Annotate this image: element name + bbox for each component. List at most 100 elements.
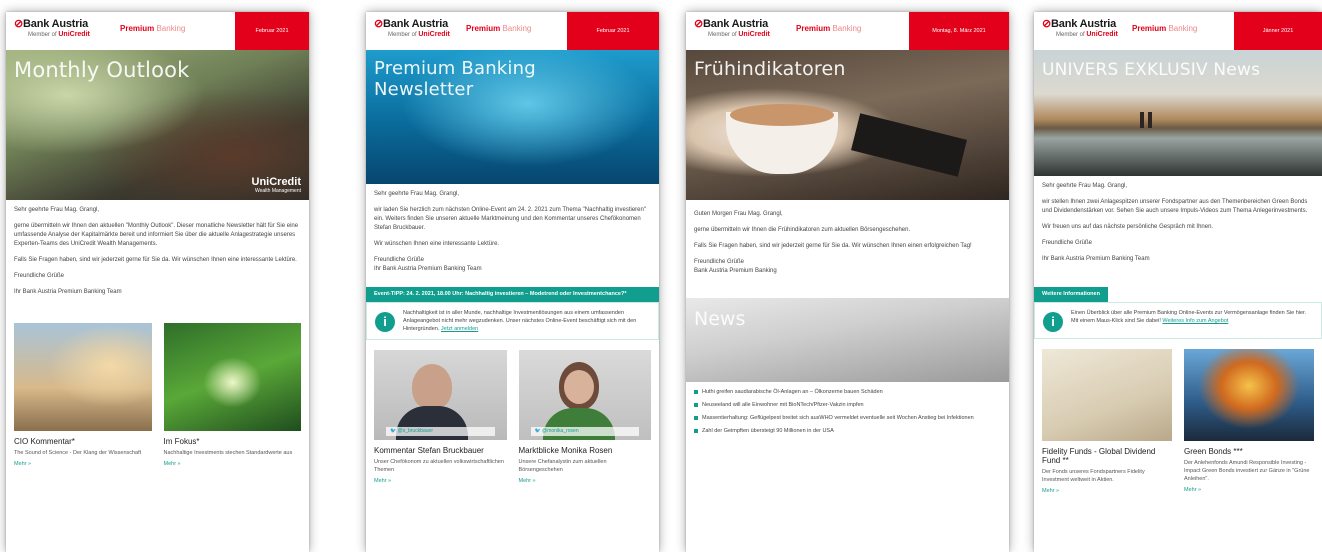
offer-link[interactable]: Weiteres Info zum Angebot: [1162, 318, 1228, 324]
signature: Ihr Bank Austria Premium Banking Team: [1042, 256, 1150, 262]
tile-title: Marktblicke Monika Rosen: [518, 446, 613, 455]
card-header: ⊘Bank Austria Member of UniCredit Premiu…: [366, 12, 659, 50]
tile-description: Der Anlehenfonds Amundi Responsible Inve…: [1184, 460, 1310, 482]
twitter-icon: 🐦: [534, 428, 541, 434]
date-badge: Jänner 2021: [1234, 12, 1322, 50]
autumn-leaf-image: [1184, 349, 1314, 441]
hero-title: Premium Banking Newsletter: [374, 58, 536, 100]
premium-banking-label: Premium Banking: [1132, 24, 1198, 33]
news-heading: News: [694, 308, 746, 330]
info-icon: i: [1043, 312, 1063, 332]
hero-title: Frühindikatoren: [694, 58, 846, 80]
intro-paragraph: wir stellen Ihnen zwei Anlagespitzen uns…: [1042, 199, 1308, 214]
signature: Ihr Bank Austria Premium Banking Team: [14, 289, 122, 295]
premium-banking-label: Premium Banking: [466, 24, 532, 33]
event-tip-bar: Event-TIPP: 24. 2. 2021, 18.00 Uhr: Nach…: [366, 287, 659, 302]
date-badge: Februar 2021: [235, 12, 309, 50]
premium-banking-label: Premium Banking: [796, 24, 862, 33]
newsletter-card-premium-banking[interactable]: ⊘Bank Austria Member of UniCredit Premiu…: [366, 12, 659, 552]
hiker-figure: [1148, 112, 1152, 128]
question-paragraph: Falls Sie Fragen haben, sind wir jederze…: [694, 243, 972, 249]
salutation: Sehr geehrte Frau Mag. Grangl,: [374, 191, 460, 197]
date-badge: Februar 2021: [567, 12, 659, 50]
intro-paragraph: gerne übermitteln wir Ihnen die Frühindi…: [694, 227, 911, 233]
hero-image: Frühindikatoren: [686, 50, 1009, 200]
fund-tile[interactable]: Green Bonds *** Der Anlehenfonds Amundi …: [1184, 349, 1314, 494]
bank-austria-logo: ⊘Bank Austria Member of UniCredit: [1042, 18, 1118, 38]
letter-body: Sehr geehrte Frau Mag. Grangl, wir laden…: [366, 184, 659, 287]
bank-austria-logo: ⊘Bank Austria Member of UniCredit: [14, 18, 90, 38]
meeting-paragraph: Wir freuen uns auf das nächste persönlic…: [1042, 224, 1214, 230]
news-item[interactable]: Huthi greifen saudiarabische Öl-Anlagen …: [694, 388, 1001, 396]
salutation: Sehr geehrte Frau Mag. Grangl,: [1042, 183, 1128, 189]
hero-image: Premium Banking Newsletter: [366, 50, 659, 184]
newsletter-card-monthly-outlook[interactable]: ⊘Bank Austria Member of UniCredit Premiu…: [6, 12, 309, 552]
more-link[interactable]: Mehr »: [374, 478, 507, 484]
bank-austria-logo: ⊘Bank Austria Member of UniCredit: [374, 18, 450, 38]
article-tile[interactable]: CIO Kommentar* The Sound of Science - De…: [14, 323, 152, 467]
tile-title: Fidelity Funds - Global Dividend Fund **: [1042, 447, 1156, 465]
expert-tile[interactable]: 🐦 @monika_rosen Marktblicke Monika Rosen…: [518, 350, 652, 484]
card-header: ⊘Bank Austria Member of UniCredit Premiu…: [686, 12, 1009, 50]
date-badge: Montag, 8. März 2021: [909, 12, 1009, 50]
greeting: Guten Morgen Frau Mag. Grangl,: [694, 211, 783, 217]
more-link[interactable]: Mehr »: [164, 461, 302, 467]
news-banner-image: News: [686, 298, 1009, 382]
question-paragraph: Falls Sie Fragen haben, sind wir jederze…: [14, 257, 297, 263]
card-header: ⊘Bank Austria Member of UniCredit Premiu…: [6, 12, 309, 50]
twitter-handle: @s_bruckbauer: [397, 428, 433, 434]
twitter-icon: 🐦: [390, 428, 397, 434]
article-tiles: CIO Kommentar* The Sound of Science - De…: [6, 323, 309, 467]
bank-austria-logo: ⊘Bank Austria Member of UniCredit: [694, 18, 770, 38]
closing: Freundliche Grüße: [14, 273, 65, 279]
salutation: Sehr geehrte Frau Mag. Grangl,: [14, 207, 100, 213]
card-header: ⊘Bank Austria Member of UniCredit Premiu…: [1034, 12, 1322, 50]
news-list: Huthi greifen saudiarabische Öl-Anlagen …: [686, 382, 1009, 435]
intro-paragraph: gerne übermitteln wir Ihnen den aktuelle…: [14, 223, 299, 247]
forest-image: [163, 323, 301, 431]
expert-tile[interactable]: 🐦 @s_bruckbauer Kommentar Stefan Bruckba…: [374, 350, 507, 484]
tile-title: Im Fokus*: [163, 437, 200, 446]
article-tile[interactable]: Im Fokus* Nachhaltige Investments steche…: [163, 323, 302, 467]
more-info-bar: Weitere Informationen: [1034, 287, 1108, 302]
letter-body: Sehr geehrte Frau Mag. Grangl, gerne übe…: [6, 200, 309, 323]
fund-tile[interactable]: Fidelity Funds - Global Dividend Fund **…: [1042, 349, 1172, 494]
letter-body: Sehr geehrte Frau Mag. Grangl, wir stell…: [1034, 176, 1322, 282]
letter-body: Guten Morgen Frau Mag. Grangl, gerne übe…: [686, 200, 1009, 298]
twitter-handle: @monika_rosen: [542, 428, 579, 434]
newsletter-card-univers-exklusiv[interactable]: ⊘Bank Austria Member of UniCredit Premiu…: [1034, 12, 1322, 552]
tile-description: Unsere Chefanalystin zum aktuellen Börse…: [518, 459, 607, 473]
hero-image: Monthly Outlook UniCredit Wealth Manageme…: [6, 50, 309, 200]
wish-paragraph: Wir wünschen Ihnen eine interessante Lek…: [374, 241, 500, 247]
info-icon: i: [375, 312, 395, 332]
tile-title: Green Bonds ***: [1184, 447, 1243, 456]
hero-title: Monthly Outlook: [14, 58, 190, 82]
newsletter-card-fruehindikatoren[interactable]: ⊘Bank Austria Member of UniCredit Premiu…: [686, 12, 1009, 552]
fund-tiles: Fidelity Funds - Global Dividend Fund **…: [1034, 339, 1322, 494]
news-item[interactable]: Massentierhaltung: Geflügelpest breitet …: [694, 414, 1001, 422]
more-link[interactable]: Mehr »: [14, 461, 152, 467]
register-link[interactable]: Jetzt anmelden: [441, 326, 478, 332]
more-link[interactable]: Mehr »: [519, 478, 652, 484]
premium-banking-label: Premium Banking: [120, 24, 186, 33]
tile-title: Kommentar Stefan Bruckbauer: [374, 446, 484, 455]
closing: Freundliche Grüße Ihr Bank Austria Premi…: [374, 257, 482, 272]
expert-tiles: 🐦 @s_bruckbauer Kommentar Stefan Bruckba…: [366, 340, 659, 484]
tile-title: CIO Kommentar*: [14, 437, 75, 446]
portrait-image: 🐦 @s_bruckbauer: [374, 350, 507, 440]
tile-description: Nachhaltige Investments stechen Standard…: [163, 450, 293, 456]
tile-description: Der Fonds unseres Fondspartners Fidelity…: [1042, 469, 1145, 483]
coffee-foam: [730, 104, 834, 126]
news-item[interactable]: Neuseeland will alle Einwohner mit BioNT…: [694, 401, 1001, 409]
chart-paper-image: [1042, 349, 1172, 441]
hero-image: UNIVERS EXKLUSIV News: [1034, 50, 1322, 176]
portrait-image: 🐦 @monika_rosen: [518, 350, 651, 440]
telescope-image: [14, 323, 152, 431]
more-link[interactable]: Mehr »: [1042, 488, 1172, 494]
more-link[interactable]: Mehr »: [1184, 487, 1314, 493]
news-item[interactable]: Zahl der Geimpften übersteigt 90 Million…: [694, 427, 1001, 435]
smartphone: [851, 113, 967, 177]
closing: Freundliche Grüße Bank Austria Premium B…: [694, 259, 777, 274]
hiker-figure: [1140, 112, 1144, 128]
info-box: i Nachhaltigkeit ist in aller Munde, nac…: [366, 302, 659, 340]
